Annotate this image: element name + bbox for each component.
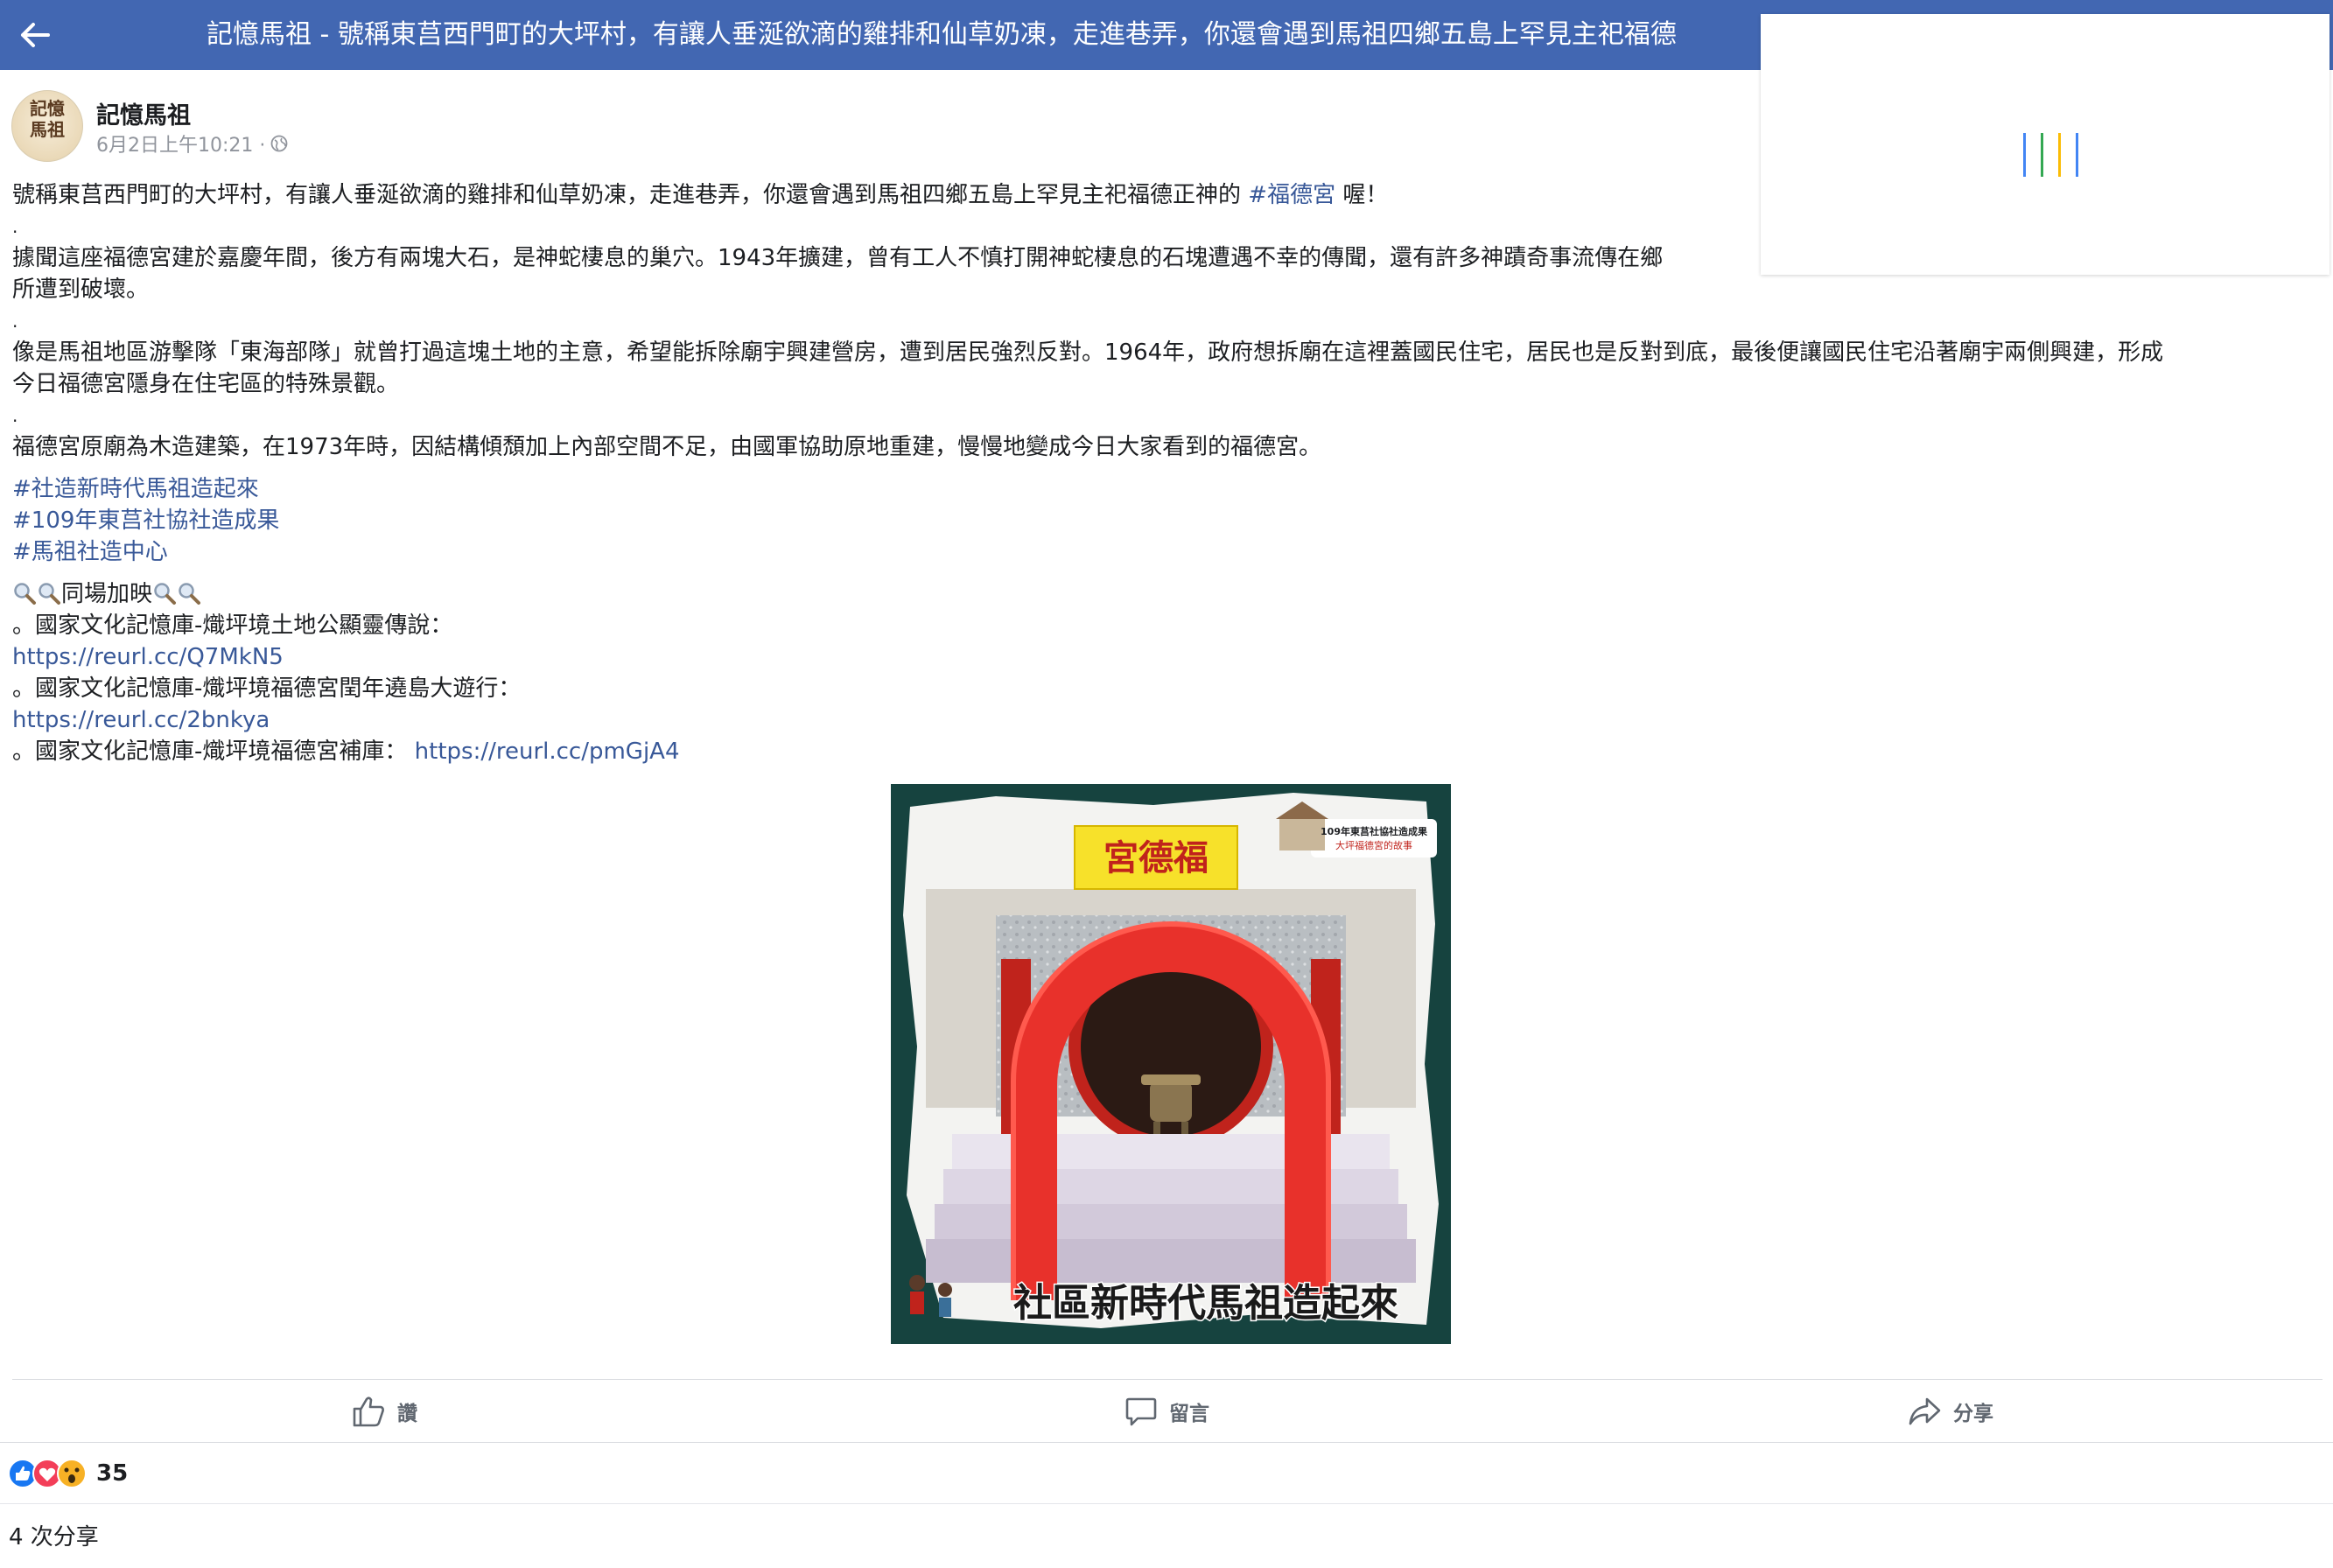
paragraph-text: 喔！ xyxy=(1335,182,1389,208)
share-count[interactable]: 4 次分享 xyxy=(9,1519,99,1551)
action-bar: 讚 留言 分享 xyxy=(12,1381,2322,1442)
share-button[interactable]: 分享 xyxy=(1908,1381,1993,1442)
avatar-logo-text: 記憶 馬祖 xyxy=(30,98,65,140)
extra-item-row: 。國家文化記憶庫-熾坪境福德宮補庫： https://reurl.cc/pmGj… xyxy=(12,736,2322,767)
extra-item-label: 。國家文化記憶庫-熾坪境土地公顯靈傳說： xyxy=(12,612,453,639)
image-caption: 社區新時代馬祖造起來 xyxy=(1013,1281,1398,1326)
post-meta: 6月2日上午10:21 · xyxy=(96,130,288,158)
paragraph-text: 據聞這座福德宮建於嘉慶年間，後方有兩塊大石，是神蛇棲息的巢穴。1943年擴建，曾… xyxy=(12,245,1664,271)
comment-button[interactable]: 留言 xyxy=(1125,1381,1209,1442)
hashtag-link[interactable]: #社造新時代馬祖造起來 xyxy=(12,473,2322,505)
loading-spinner-icon xyxy=(2023,119,2102,180)
extra-heading: 同場加映 xyxy=(12,578,2322,610)
share-label: 分享 xyxy=(1953,1403,1993,1425)
globe-icon xyxy=(270,135,288,152)
reaction-icons xyxy=(8,1459,87,1488)
badge-line-1: 109年東莒社協社造成果 xyxy=(1321,825,1427,837)
paragraph-text: 所遭到破壞。 xyxy=(12,276,150,303)
thumbs-up-icon xyxy=(353,1396,384,1427)
action-divider-bottom xyxy=(0,1442,2333,1443)
extra-item-link[interactable]: https://reurl.cc/2bnkya xyxy=(12,704,2322,736)
comment-label: 留言 xyxy=(1169,1403,1209,1425)
loading-panel xyxy=(1761,14,2329,275)
magnifier-icon xyxy=(154,583,177,605)
post-timestamp[interactable]: 6月2日上午10:21 · xyxy=(96,130,265,158)
extra-item-label: 。國家文化記憶庫-熾坪境福德宮閏年遶島大遊行： xyxy=(12,676,522,702)
hashtag-link[interactable]: #109年東莒社協社造成果 xyxy=(12,505,2322,536)
hashtag-link[interactable]: #馬祖社造中心 xyxy=(12,536,2322,568)
paragraph-rebuild: 福德宮原廟為木造建築，在1973年時，因結構傾頹加上內部空間不足，由國軍協助原地… xyxy=(12,434,1322,460)
avatar[interactable]: 記憶 馬祖 xyxy=(11,90,83,162)
reaction-count: 35 xyxy=(96,1460,129,1487)
extra-links: 同場加映 。國家文化記憶庫-熾坪境土地公顯靈傳說： https://reurl.… xyxy=(12,578,2322,767)
page-name-link[interactable]: 記憶馬祖 xyxy=(96,96,191,130)
back-button[interactable] xyxy=(12,12,58,58)
reaction-summary[interactable]: 35 xyxy=(7,1456,128,1491)
share-icon xyxy=(1909,1397,1941,1425)
temple-gate-illustration: 宮德福 109年東莒社協社造成果 大坪福德宮的故事 社區新時代馬祖造起來 xyxy=(891,784,1451,1344)
paragraph-text: 像是馬祖地區游擊隊「東海部隊」就曾打過這塊土地的主意，希望能拆除廟宇興建營房，遭… xyxy=(12,340,2164,366)
magnifier-icon xyxy=(14,583,36,605)
reaction-divider xyxy=(0,1503,2333,1504)
paragraph-text: 號稱東莒西門町的大坪村，有讓人垂涎欲滴的雞排和仙草奶凍，走進巷弄，你還會遇到馬祖… xyxy=(12,182,1249,208)
separator-dot: . xyxy=(12,405,18,426)
extra-item-link[interactable]: https://reurl.cc/Q7MkN5 xyxy=(12,641,2322,673)
comment-icon xyxy=(1125,1397,1157,1426)
badge-line-2: 大坪福德宮的故事 xyxy=(1335,839,1412,851)
back-arrow-icon xyxy=(21,23,50,47)
like-label: 讚 xyxy=(397,1403,417,1425)
hashtag-link[interactable]: #福德宮 xyxy=(1248,182,1335,208)
like-button[interactable]: 讚 xyxy=(352,1381,417,1442)
paragraph-guerrilla: 像是馬祖地區游擊隊「東海部隊」就曾打過這塊土地的主意，希望能拆除廟宇興建營房，遭… xyxy=(12,337,2322,400)
extra-title: 同場加映 xyxy=(61,581,153,607)
magnifier-icon xyxy=(179,583,201,605)
hashtag-list: #社造新時代馬祖造起來 #109年東莒社協社造成果 #馬祖社造中心 xyxy=(12,473,2322,568)
magnifier-icon xyxy=(39,583,60,605)
extra-item-link[interactable]: https://reurl.cc/pmGjA4 xyxy=(415,738,680,765)
temple-sign-text: 宮德福 xyxy=(1103,837,1209,878)
post-photo[interactable]: 宮德福 109年東莒社協社造成果 大坪福德宮的故事 社區新時代馬祖造起來 xyxy=(891,784,1451,1344)
extra-item-label: 。國家文化記憶庫-熾坪境福德宮補庫： xyxy=(12,738,408,765)
paragraph-text: 今日福德宮隱身在住宅區的特殊景觀。 xyxy=(12,371,400,397)
page-title: 記憶馬祖 - 號稱東莒西門町的大坪村，有讓人垂涎欲滴的雞排和仙草奶凍，走進巷弄，… xyxy=(207,19,1677,50)
separator-dot: . xyxy=(12,311,18,332)
action-divider-top xyxy=(12,1379,2322,1380)
